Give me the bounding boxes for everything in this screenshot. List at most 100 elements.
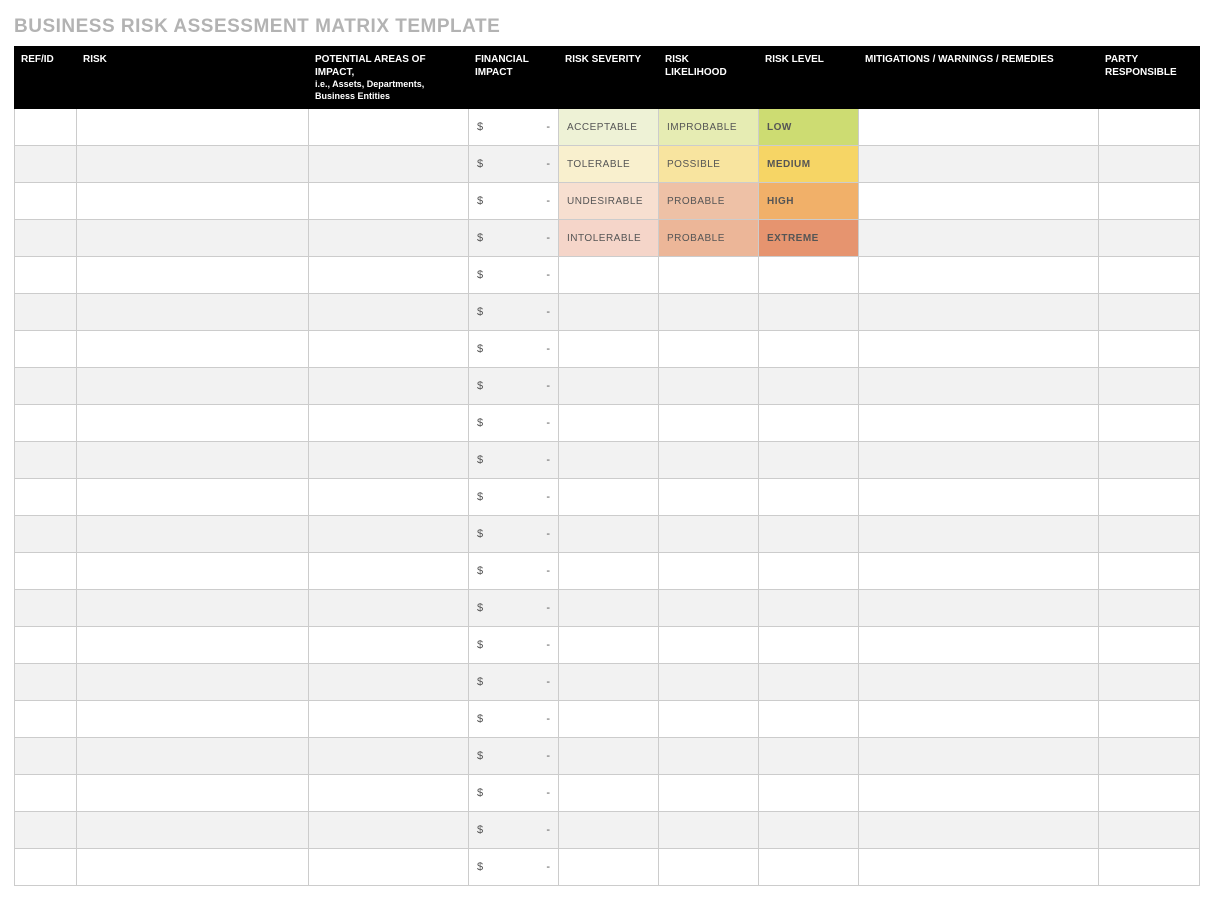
cell-financial[interactable]: $-: [469, 146, 559, 183]
cell-mitigations[interactable]: [859, 664, 1099, 701]
cell-areas[interactable]: [309, 405, 469, 442]
cell-areas[interactable]: [309, 553, 469, 590]
cell-level[interactable]: [759, 701, 859, 738]
cell-mitigations[interactable]: [859, 849, 1099, 886]
cell-likelihood[interactable]: [659, 590, 759, 627]
cell-risk[interactable]: [77, 257, 309, 294]
cell-financial[interactable]: $-: [469, 257, 559, 294]
cell-ref[interactable]: [15, 479, 77, 516]
cell-likelihood[interactable]: [659, 738, 759, 775]
cell-level[interactable]: MEDIUM: [759, 146, 859, 183]
cell-areas[interactable]: [309, 331, 469, 368]
cell-ref[interactable]: [15, 701, 77, 738]
cell-areas[interactable]: [309, 257, 469, 294]
cell-party[interactable]: [1099, 146, 1200, 183]
cell-risk[interactable]: [77, 442, 309, 479]
cell-ref[interactable]: [15, 405, 77, 442]
cell-level[interactable]: [759, 405, 859, 442]
cell-risk[interactable]: [77, 183, 309, 220]
cell-level[interactable]: LOW: [759, 109, 859, 146]
cell-risk[interactable]: [77, 479, 309, 516]
cell-ref[interactable]: [15, 516, 77, 553]
cell-party[interactable]: [1099, 849, 1200, 886]
cell-likelihood[interactable]: PROBABLE: [659, 183, 759, 220]
cell-party[interactable]: [1099, 479, 1200, 516]
cell-severity[interactable]: [559, 553, 659, 590]
cell-party[interactable]: [1099, 812, 1200, 849]
cell-risk[interactable]: [77, 738, 309, 775]
cell-likelihood[interactable]: [659, 812, 759, 849]
cell-mitigations[interactable]: [859, 479, 1099, 516]
cell-party[interactable]: [1099, 516, 1200, 553]
cell-risk[interactable]: [77, 553, 309, 590]
cell-level[interactable]: [759, 738, 859, 775]
cell-severity[interactable]: [559, 664, 659, 701]
cell-financial[interactable]: $-: [469, 664, 559, 701]
cell-party[interactable]: [1099, 257, 1200, 294]
cell-ref[interactable]: [15, 775, 77, 812]
cell-severity[interactable]: [559, 368, 659, 405]
cell-risk[interactable]: [77, 812, 309, 849]
cell-severity[interactable]: [559, 479, 659, 516]
cell-risk[interactable]: [77, 627, 309, 664]
cell-risk[interactable]: [77, 146, 309, 183]
cell-party[interactable]: [1099, 294, 1200, 331]
cell-areas[interactable]: [309, 627, 469, 664]
cell-likelihood[interactable]: PROBABLE: [659, 220, 759, 257]
cell-mitigations[interactable]: [859, 183, 1099, 220]
cell-ref[interactable]: [15, 627, 77, 664]
cell-mitigations[interactable]: [859, 553, 1099, 590]
cell-party[interactable]: [1099, 183, 1200, 220]
cell-financial[interactable]: $-: [469, 849, 559, 886]
cell-mitigations[interactable]: [859, 405, 1099, 442]
cell-severity[interactable]: [559, 775, 659, 812]
cell-likelihood[interactable]: [659, 405, 759, 442]
cell-party[interactable]: [1099, 220, 1200, 257]
cell-risk[interactable]: [77, 590, 309, 627]
cell-ref[interactable]: [15, 553, 77, 590]
cell-mitigations[interactable]: [859, 812, 1099, 849]
cell-risk[interactable]: [77, 109, 309, 146]
cell-severity[interactable]: [559, 405, 659, 442]
cell-party[interactable]: [1099, 368, 1200, 405]
cell-party[interactable]: [1099, 664, 1200, 701]
cell-level[interactable]: [759, 553, 859, 590]
cell-mitigations[interactable]: [859, 220, 1099, 257]
cell-financial[interactable]: $-: [469, 627, 559, 664]
cell-likelihood[interactable]: [659, 701, 759, 738]
cell-mitigations[interactable]: [859, 331, 1099, 368]
cell-risk[interactable]: [77, 405, 309, 442]
cell-ref[interactable]: [15, 331, 77, 368]
cell-risk[interactable]: [77, 775, 309, 812]
cell-ref[interactable]: [15, 849, 77, 886]
cell-areas[interactable]: [309, 442, 469, 479]
cell-party[interactable]: [1099, 553, 1200, 590]
cell-areas[interactable]: [309, 738, 469, 775]
cell-areas[interactable]: [309, 516, 469, 553]
cell-party[interactable]: [1099, 331, 1200, 368]
cell-financial[interactable]: $-: [469, 109, 559, 146]
cell-areas[interactable]: [309, 183, 469, 220]
cell-severity[interactable]: [559, 590, 659, 627]
cell-level[interactable]: [759, 849, 859, 886]
cell-party[interactable]: [1099, 109, 1200, 146]
cell-ref[interactable]: [15, 183, 77, 220]
cell-severity[interactable]: TOLERABLE: [559, 146, 659, 183]
cell-severity[interactable]: [559, 701, 659, 738]
cell-likelihood[interactable]: [659, 257, 759, 294]
cell-ref[interactable]: [15, 664, 77, 701]
cell-level[interactable]: [759, 775, 859, 812]
cell-ref[interactable]: [15, 220, 77, 257]
cell-financial[interactable]: $-: [469, 775, 559, 812]
cell-level[interactable]: [759, 516, 859, 553]
cell-financial[interactable]: $-: [469, 590, 559, 627]
cell-party[interactable]: [1099, 442, 1200, 479]
cell-severity[interactable]: ACCEPTABLE: [559, 109, 659, 146]
cell-party[interactable]: [1099, 701, 1200, 738]
cell-financial[interactable]: $-: [469, 479, 559, 516]
cell-mitigations[interactable]: [859, 294, 1099, 331]
cell-severity[interactable]: [559, 331, 659, 368]
cell-likelihood[interactable]: [659, 516, 759, 553]
cell-likelihood[interactable]: [659, 368, 759, 405]
cell-risk[interactable]: [77, 294, 309, 331]
